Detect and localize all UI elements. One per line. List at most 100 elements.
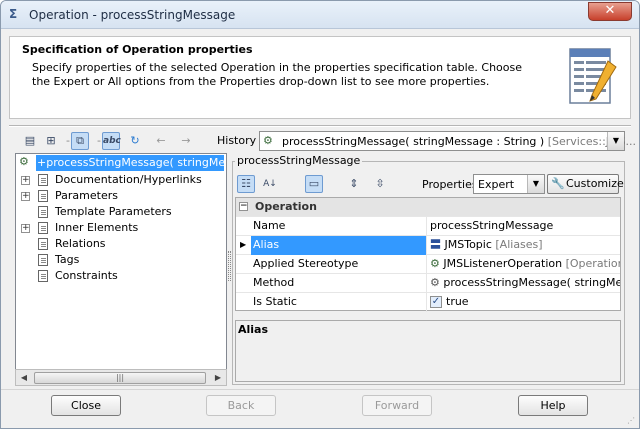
collapse-all-icon[interactable]: ⇳ [371, 175, 389, 193]
property-row-name[interactable]: Name processStringMessage [236, 217, 620, 236]
method-icon: ⚙ [430, 276, 440, 289]
tree-item-label: Inner Elements [55, 221, 139, 234]
tree-item-label: Template Parameters [55, 205, 172, 218]
tree-item-label: Relations [55, 237, 106, 250]
expand-icon[interactable]: + [21, 192, 30, 201]
back-button[interactable]: Back [206, 395, 276, 416]
property-key: Alias [251, 236, 427, 255]
help-button[interactable]: Help [518, 395, 588, 416]
dialog-header: Specification of Operation properties Sp… [9, 36, 631, 119]
tree-item[interactable]: Tags [16, 252, 226, 268]
chevron-down-icon[interactable]: ▼ [607, 132, 624, 150]
resize-grip-icon[interactable]: ⋰ [627, 416, 637, 426]
expand-all-icon[interactable]: ⇕ [345, 175, 363, 193]
expand-icon[interactable]: + [21, 224, 30, 233]
alias-value: JMSTopic [444, 238, 492, 251]
close-button[interactable]: Close [51, 395, 121, 416]
document-icon [38, 206, 48, 218]
expand-icon[interactable]: + [21, 176, 30, 185]
document-icon [38, 174, 48, 186]
wrench-icon: 🔧 [551, 177, 565, 190]
tree-item-label: Tags [55, 253, 80, 266]
method-value: processStringMessage( stringMessa [443, 276, 620, 289]
property-value[interactable]: processStringMessage [428, 217, 620, 236]
checkbox-checked-icon[interactable]: ✓ [430, 296, 442, 308]
alias-icon: 〓 [430, 238, 441, 251]
header-title: Specification of Operation properties [22, 43, 253, 56]
property-key: Applied Stereotype [251, 255, 427, 274]
tree-item[interactable]: + Inner Elements [16, 220, 226, 236]
stereotype-icon: ⚙ [430, 257, 440, 270]
property-key: Name [251, 217, 427, 236]
spell-check-icon[interactable]: abc [102, 132, 121, 150]
row-pointer-icon: ▶ [240, 240, 247, 249]
properties-view-icon[interactable]: ▤ [21, 132, 39, 150]
property-value[interactable]: ⚙ processStringMessage( stringMessa [428, 274, 620, 293]
tree-view-icon[interactable]: ⊞ [42, 132, 60, 150]
description-title: Alias [238, 323, 269, 336]
tree-item[interactable]: + Documentation/Hyperlinks [16, 172, 226, 188]
scrollbar-thumb[interactable]: ||| [34, 372, 206, 384]
customize-button[interactable]: 🔧 Customize [547, 174, 624, 194]
tree-root-label: +processStringMessage( stringMessage [36, 155, 224, 171]
back-arrow-icon[interactable]: ← [152, 132, 170, 150]
history-dropdown[interactable]: ⚙ processStringMessage( stringMessage : … [259, 131, 636, 151]
category-label: Operation [255, 200, 317, 213]
tree-item[interactable]: Constraints [16, 268, 226, 284]
category-row[interactable]: − Operation [236, 198, 620, 217]
header-separator [9, 125, 631, 127]
window-title: Operation - processStringMessage [29, 8, 236, 22]
stereotype-value: JMSListenerOperation [443, 257, 563, 270]
tree-item-label: Constraints [55, 269, 118, 282]
document-icon [38, 190, 48, 202]
specification-icon [569, 48, 617, 104]
property-row-method[interactable]: Method ⚙ processStringMessage( stringMes… [236, 274, 620, 293]
forward-button[interactable]: Forward [362, 395, 432, 416]
stereotype-suffix: [Operation] [ [565, 257, 620, 270]
chevron-down-icon[interactable]: ▼ [527, 175, 544, 193]
scroll-right-icon[interactable]: ▶ [211, 371, 225, 384]
document-icon [38, 238, 48, 250]
document-icon [38, 254, 48, 266]
tree-root[interactable]: ⚙ +processStringMessage( stringMessage [16, 154, 226, 171]
categorized-view-icon[interactable]: ☷ [237, 175, 255, 193]
panel-splitter[interactable] [228, 251, 231, 281]
history-value: processStringMessage( stringMessage : St… [282, 135, 545, 148]
property-key: Method [251, 274, 427, 293]
properties-value: Expert [478, 178, 515, 191]
collapse-icon[interactable]: − [239, 202, 248, 211]
property-grid[interactable]: − Operation Name processStringMessage ▶ … [235, 197, 621, 312]
property-value[interactable]: 〓 JMSTopic [Aliases] [428, 236, 620, 255]
properties-dropdown[interactable]: Expert ▼ [473, 174, 545, 194]
description-panel: Alias [235, 320, 621, 382]
property-value[interactable]: ⚙ JMSListenerOperation [Operation] [ [428, 255, 620, 274]
property-row-stereotype[interactable]: Applied Stereotype ⚙ JMSListenerOperatio… [236, 255, 620, 274]
alias-suffix: [Aliases] [495, 238, 543, 251]
tree-item[interactable]: + Parameters [16, 188, 226, 204]
description-toggle-icon[interactable]: ▭ [305, 175, 323, 193]
history-label: History : [217, 134, 264, 147]
static-value: true [446, 295, 469, 308]
refresh-icon[interactable]: ↻ [126, 132, 144, 150]
document-icon [38, 270, 48, 282]
tree-item-label: Documentation/Hyperlinks [55, 173, 202, 186]
forward-arrow-icon[interactable]: → [177, 132, 195, 150]
close-window-button[interactable]: ✕ [588, 2, 632, 21]
tree-item-label: Parameters [55, 189, 118, 202]
tree-horizontal-scrollbar[interactable]: ◀ ||| ▶ [15, 369, 227, 386]
property-row-alias[interactable]: ▶ Alias 〓 JMSTopic [Aliases] [236, 236, 620, 255]
copy-icon[interactable]: ⧉ [71, 132, 89, 150]
specification-tree[interactable]: ⚙ +processStringMessage( stringMessage +… [15, 153, 227, 385]
document-icon [38, 222, 48, 234]
property-value[interactable]: ✓ true [428, 293, 620, 312]
property-key: Is Static [251, 293, 427, 312]
property-row-static[interactable]: Is Static ✓ true [236, 293, 620, 312]
header-description: Specify properties of the selected Opera… [32, 61, 523, 88]
tree-item[interactable]: Relations [16, 236, 226, 252]
tree-item[interactable]: Template Parameters [16, 204, 226, 220]
operation-icon: ⚙ [19, 155, 29, 168]
title-bar: Σ Operation - processStringMessage ✕ [1, 1, 639, 29]
scroll-left-icon[interactable]: ◀ [17, 371, 31, 384]
sort-alphabetical-icon[interactable]: A↓ [261, 175, 279, 193]
customize-label: Customize [566, 177, 624, 190]
